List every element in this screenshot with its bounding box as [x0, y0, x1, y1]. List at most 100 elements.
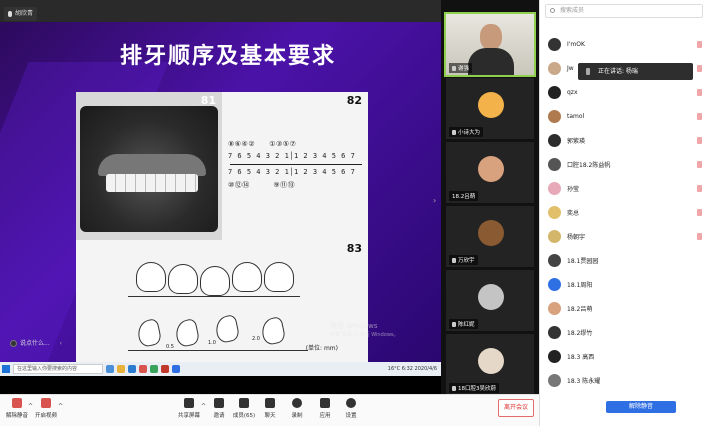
smiley-icon — [10, 340, 17, 347]
member-name: 18.2缪竹 — [567, 329, 593, 337]
member-name: 18.3 高西 — [567, 353, 595, 361]
app-icon[interactable] — [150, 365, 158, 373]
windows-start-icon[interactable] — [2, 365, 10, 373]
mic-icon — [452, 386, 456, 391]
mic-icon[interactable] — [697, 353, 702, 360]
watermark-line: 激活 Windows — [330, 322, 378, 330]
video-tile[interactable]: 18.2吕萌 — [446, 142, 534, 203]
person-body — [468, 48, 514, 75]
unmute-all-button[interactable]: 解除静音 — [606, 401, 676, 413]
member-row[interactable]: 18.1贾园园 — [540, 248, 709, 272]
member-row[interactable]: 口腔18.2陈益帆 — [540, 152, 709, 176]
chevron-up-icon[interactable]: ^ — [58, 403, 63, 410]
member-name: tamol — [567, 112, 585, 120]
mic-icon[interactable] — [697, 257, 702, 264]
tooth-order-row: ⑧⑥④② ①③⑤⑦ — [228, 140, 297, 148]
mic-icon — [586, 68, 590, 75]
figure-number: 83 — [346, 242, 362, 255]
member-row[interactable]: 奕总 — [540, 200, 709, 224]
app-icon[interactable] — [139, 365, 147, 373]
avatar — [478, 220, 504, 246]
mic-icon[interactable] — [697, 281, 702, 288]
wps-icon[interactable] — [161, 365, 169, 373]
avatar — [548, 325, 561, 339]
chat-overlay[interactable]: 说点什么... ‹ — [0, 336, 62, 352]
chat-button[interactable]: 聊天 — [256, 398, 284, 419]
tooth-crown — [232, 262, 262, 292]
member-name: 奕总 — [567, 209, 580, 217]
video-tile[interactable]: 18口腔3吴欣蔚 — [446, 334, 534, 394]
member-row[interactable]: 18.2吕萌 — [540, 296, 709, 320]
tooth-profile — [173, 317, 201, 349]
settings-button[interactable]: 设置 — [337, 398, 365, 419]
app-icon[interactable] — [106, 365, 114, 373]
invite-icon — [214, 398, 224, 408]
mic-icon[interactable] — [697, 377, 702, 384]
video-tile[interactable]: 谢强 — [444, 12, 536, 77]
member-row[interactable]: 孙莹 — [540, 176, 709, 200]
member-row[interactable]: I'mOK — [540, 32, 709, 56]
taskbar-search[interactable]: 在这里输入你要搜索的内容 — [13, 364, 103, 374]
member-name: qzx — [567, 88, 578, 96]
member-name: Jw — [567, 64, 574, 72]
video-tile[interactable]: 小诗大为 — [446, 78, 534, 139]
apps-button[interactable]: 应用 — [311, 398, 339, 419]
mic-muted-icon[interactable] — [697, 64, 702, 72]
share-screen-button[interactable]: 共享屏幕 — [175, 398, 203, 419]
button-label: 应用 — [319, 413, 331, 419]
windows-activation-watermark: 激活 Windows 转到"设置"以激活 Windows。 — [330, 322, 399, 340]
mic-muted-icon[interactable] — [697, 112, 702, 120]
member-row[interactable]: 18.3 陈永耀 — [540, 368, 709, 392]
button-label: 共享屏幕 — [177, 413, 200, 419]
gum-shape — [98, 154, 206, 176]
tooth-number-row: 7 6 5 4 3 2 1│1 2 3 4 5 6 7 — [228, 168, 356, 176]
members-button[interactable]: 成员(65) — [230, 398, 258, 419]
button-label: 聊天 — [264, 413, 276, 419]
start-video-button[interactable]: 开启视频 — [32, 398, 60, 419]
video-tile[interactable]: 万欣宇 — [446, 206, 534, 267]
member-row[interactable]: qzx — [540, 80, 709, 104]
chevron-right-icon[interactable]: › — [433, 196, 436, 205]
member-name: 18.2吕萌 — [567, 305, 593, 313]
member-row[interactable]: 18.2缪竹 — [540, 320, 709, 344]
member-row[interactable]: 18.3 高西 — [540, 344, 709, 368]
mic-muted-icon[interactable] — [697, 208, 702, 216]
video-name: 小诗大为 — [449, 127, 484, 137]
leave-meeting-button[interactable]: 离开会议 — [498, 399, 534, 417]
figure-number: 81 — [200, 94, 216, 107]
mic-muted-icon[interactable] — [697, 160, 702, 168]
member-row[interactable]: 杨朝宇 — [540, 224, 709, 248]
mic-icon[interactable] — [697, 305, 702, 312]
members-icon — [239, 398, 249, 408]
video-tile[interactable]: 陈红妮 — [446, 270, 534, 331]
collapse-icon[interactable]: ‹ — [60, 340, 62, 347]
edge-icon[interactable] — [128, 365, 136, 373]
video-column: 谢强 小诗大为 18.2吕萌 万欣宇 陈红妮 18口腔3吴欣蔚 — [441, 0, 539, 394]
avatar — [548, 277, 561, 291]
share-screen-icon — [184, 398, 194, 408]
mic-icon — [452, 258, 456, 263]
folder-icon[interactable] — [117, 365, 125, 373]
tooth-profile — [213, 313, 241, 345]
mic-icon — [452, 66, 456, 71]
app-icon[interactable] — [172, 365, 180, 373]
mic-muted-icon[interactable] — [697, 40, 702, 48]
member-search-input[interactable]: 搜索成员 — [545, 4, 703, 18]
member-row[interactable]: 郭紫瑛 — [540, 128, 709, 152]
unmute-button[interactable]: 解除静音 — [3, 398, 31, 419]
unit-label: (单位: mm) — [305, 345, 338, 352]
avatar — [548, 133, 561, 147]
mic-muted-icon[interactable] — [697, 88, 702, 96]
record-button[interactable]: 录制 — [283, 398, 311, 419]
mic-muted-icon[interactable] — [697, 136, 702, 144]
mic-muted-icon[interactable] — [697, 232, 702, 240]
video-name-text: 陈红妮 — [458, 322, 475, 328]
member-name: 杨朝宇 — [567, 233, 586, 241]
avatar — [548, 253, 561, 267]
member-row[interactable]: tamol — [540, 104, 709, 128]
invite-button[interactable]: 邀请 — [205, 398, 233, 419]
mic-muted-icon[interactable] — [697, 184, 702, 192]
mic-icon[interactable] — [697, 329, 702, 336]
member-row[interactable]: 18.1周阳 — [540, 272, 709, 296]
tooth-number-row: 7 6 5 4 3 2 1│1 2 3 4 5 6 7 — [228, 152, 356, 160]
